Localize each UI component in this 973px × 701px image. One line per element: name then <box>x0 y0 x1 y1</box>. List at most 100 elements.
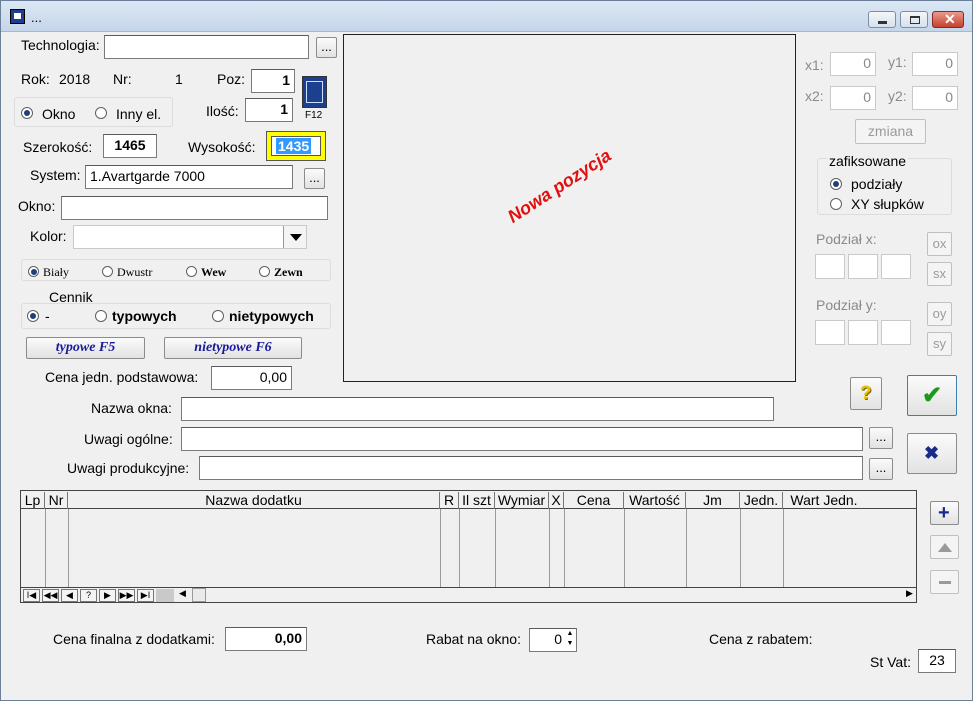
xy-slupkow-radio[interactable] <box>830 198 842 210</box>
technologia-browse-button[interactable]: ... <box>316 37 337 58</box>
cena-jedn-input[interactable]: 0,00 <box>211 366 292 390</box>
podzialy-radio[interactable] <box>830 178 842 190</box>
col-lp[interactable]: Lp <box>21 492 45 509</box>
color-dwustr-radio[interactable] <box>102 266 113 277</box>
szerokosc-label: Szerokość: <box>23 139 93 155</box>
oy-button[interactable]: oy <box>927 302 952 326</box>
podzial-x-input-3[interactable] <box>881 254 911 279</box>
color-bialy-radio[interactable] <box>28 266 39 277</box>
additions-table-header: Lp Nr Nazwa dodatku R Il szt Wymiar X Ce… <box>20 490 917 509</box>
col-r[interactable]: R <box>440 492 459 509</box>
y1-input[interactable]: 0 <box>912 52 958 76</box>
y2-label: y2: <box>888 88 907 104</box>
xy-slupkow-label: XY słupków <box>851 196 924 212</box>
zmiana-button[interactable]: zmiana <box>855 119 926 144</box>
nav-next-button[interactable]: ▶ <box>99 589 116 602</box>
podzial-y-input-1[interactable] <box>815 320 845 345</box>
ox-button[interactable]: ox <box>927 232 952 256</box>
move-up-button[interactable] <box>930 535 959 559</box>
remove-row-button[interactable] <box>930 570 959 594</box>
column-divider <box>564 509 565 587</box>
column-divider <box>45 509 46 587</box>
cennik-nietypowych-radio[interactable] <box>212 310 224 322</box>
sx-button[interactable]: sx <box>927 262 952 286</box>
okno-radio[interactable] <box>21 107 33 119</box>
inny-radio-label: Inny el. <box>116 106 162 122</box>
podzial-x-input-1[interactable] <box>815 254 845 279</box>
typowe-f5-button[interactable]: typowe F5 <box>26 337 145 359</box>
window-preview-canvas[interactable]: Nowa pozycja <box>343 34 796 382</box>
technologia-input[interactable] <box>104 35 309 59</box>
col-x[interactable]: X <box>549 492 564 509</box>
stvat-input[interactable]: 23 <box>918 649 956 673</box>
podzial-y-input-2[interactable] <box>848 320 878 345</box>
wysokosc-label: Wysokość: <box>188 139 256 155</box>
kolor-dropdown-button[interactable] <box>283 226 306 248</box>
maximize-button[interactable] <box>900 11 928 28</box>
uwagi-ogolne-input[interactable] <box>181 427 863 451</box>
okno-input[interactable] <box>61 196 328 220</box>
wysokosc-input[interactable]: 1435 <box>271 136 321 156</box>
uwagi-prod-label: Uwagi produkcyjne: <box>67 460 190 476</box>
system-browse-button[interactable]: ... <box>304 168 325 189</box>
nav-next-page-button[interactable]: ▶▶ <box>118 589 135 602</box>
scroll-right-icon[interactable]: ▶ <box>906 588 913 599</box>
nav-prev-button[interactable]: ◀ <box>61 589 78 602</box>
color-zewn-radio[interactable] <box>259 266 270 277</box>
col-jedn[interactable]: Jedn. <box>740 492 783 509</box>
nav-last-button[interactable]: ▶I <box>137 589 154 602</box>
color-wew-radio[interactable] <box>186 266 197 277</box>
ilosc-input[interactable]: 1 <box>245 98 293 122</box>
scroll-thumb[interactable] <box>192 588 206 602</box>
ok-button[interactable]: ✔ <box>907 375 957 416</box>
col-cena[interactable]: Cena <box>564 492 624 509</box>
horizontal-scrollbar-track[interactable] <box>156 589 174 602</box>
cena-finalna-input[interactable]: 0,00 <box>225 627 307 651</box>
col-il-szt[interactable]: Il szt <box>459 492 495 509</box>
okno-radio-label: Okno <box>42 106 76 122</box>
podzial-y-input-3[interactable] <box>881 320 911 345</box>
x2-input[interactable]: 0 <box>830 86 876 110</box>
question-icon: ? <box>860 383 872 404</box>
y2-input[interactable]: 0 <box>912 86 958 110</box>
col-wart-jedn[interactable]: Wart Jedn. <box>783 492 865 509</box>
kolor-select[interactable] <box>73 225 307 249</box>
add-row-button[interactable]: + <box>930 501 959 525</box>
podzial-x-input-2[interactable] <box>848 254 878 279</box>
y1-label: y1: <box>888 54 907 70</box>
help-button[interactable]: ? <box>850 377 882 410</box>
additions-table-body[interactable] <box>20 509 917 587</box>
system-input[interactable]: 1.Avartgarde 7000 <box>85 165 293 189</box>
col-wartosc[interactable]: Wartość <box>624 492 686 509</box>
window-icon <box>306 81 323 103</box>
minimize-button[interactable] <box>868 11 896 28</box>
cancel-button[interactable]: ✖ <box>907 433 957 474</box>
sy-button[interactable]: sy <box>927 332 952 356</box>
szerokosc-input[interactable]: 1465 <box>103 134 157 158</box>
scroll-left-icon[interactable]: ◀ <box>179 588 186 599</box>
close-button[interactable]: ✕ <box>932 11 964 28</box>
uwagi-prod-input[interactable] <box>199 456 863 480</box>
uwagi-prod-browse-button[interactable]: ... <box>869 458 893 480</box>
window-preview-button[interactable] <box>302 76 327 108</box>
nav-help-button[interactable]: ? <box>80 589 97 602</box>
rabat-spinner[interactable]: ▲ ▼ <box>564 629 576 651</box>
nazwa-okna-input[interactable] <box>181 397 774 421</box>
col-nazwa-dodatku[interactable]: Nazwa dodatku <box>68 492 440 509</box>
spin-down-icon[interactable]: ▼ <box>564 639 576 649</box>
cennik-typowych-radio[interactable] <box>95 310 107 322</box>
col-wymiar[interactable]: Wymiar <box>495 492 549 509</box>
poz-input[interactable]: 1 <box>251 69 295 93</box>
spin-up-icon[interactable]: ▲ <box>564 629 576 639</box>
col-nr[interactable]: Nr <box>45 492 68 509</box>
cennik-none-radio[interactable] <box>27 310 39 322</box>
inny-radio[interactable] <box>95 107 107 119</box>
nietypowe-f6-button[interactable]: nietypowe F6 <box>164 337 302 359</box>
col-jm[interactable]: Jm <box>686 492 740 509</box>
cena-finalna-label: Cena finalna z dodatkami: <box>53 631 215 647</box>
x1-input[interactable]: 0 <box>830 52 876 76</box>
uwagi-ogolne-browse-button[interactable]: ... <box>869 427 893 449</box>
title-bar[interactable]: ... ✕ <box>1 1 972 32</box>
nav-first-button[interactable]: I◀ <box>23 589 40 602</box>
nav-prev-page-button[interactable]: ◀◀ <box>42 589 59 602</box>
